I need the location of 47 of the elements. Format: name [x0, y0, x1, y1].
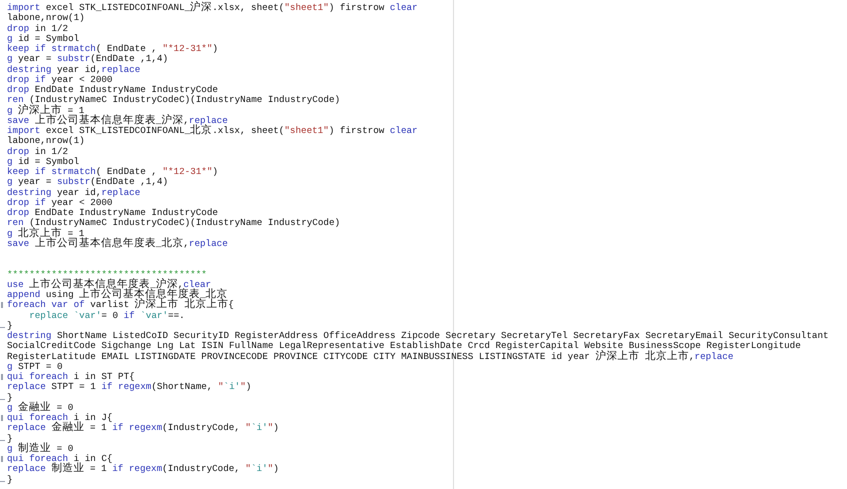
code-line: drop if year < 2000: [7, 74, 112, 85]
code-line: import excel STK_LISTEDCOINFOANL_沪深.xlsx, sheet("sheet1") firstrow clear: [7, 3, 418, 14]
code-line: drop EndDate IndustryName IndustryCode: [7, 85, 218, 95]
code-line: save 上市公司基本信息年度表_北京,replace: [7, 238, 228, 249]
code-line: RegisterLatitude EMAIL LISTINGDATE PROVINCECODE PROVINCE CITYCODE CITY MAINBUSSINESS LISTINGSTATE id year 沪深上市 北京上市,replace: [7, 352, 734, 362]
code-line: destring year id,replace: [7, 64, 140, 75]
code-line: save 上市公司基本信息年度表_沪深,replace: [7, 116, 228, 126]
code-line: g 金融业 = 0: [7, 402, 74, 413]
code-line: replace `var'= 0 if `var'==.: [28, 310, 185, 321]
code-line: drop if year < 2000: [7, 198, 112, 208]
code-line: SocialCreditCode Sigchange Lng Lat ISIN FullName LegalRepresentative EstablishDate Crcd RegisterCapital Website BusinessScope RegisterLongitude: [7, 341, 801, 352]
code-line: ren (IndustryNameC IndustryCodeC)(IndustryName IndustryCode): [7, 95, 340, 106]
fold-marker[interactable]: [0, 398, 5, 400]
fold-marker[interactable]: [1, 302, 2, 308]
code-line: g id = Symbol: [7, 156, 80, 167]
code-line: qui foreach i in ST PT{: [7, 372, 135, 382]
code-line: g year = substr(EndDate ,1,4): [7, 54, 168, 64]
fold-marker[interactable]: [0, 480, 5, 482]
code-line: }: [7, 434, 13, 444]
code-line: foreach var of varlist 沪深上市 北京上市{: [7, 300, 234, 310]
code-line: labone,nrow(1): [7, 13, 85, 24]
code-line: replace 制造业 = 1 if regexm(IndustryCode, "`i'"): [7, 464, 279, 474]
code-line: keep if strmatch( EndDate , "*12-31*"): [7, 44, 218, 54]
code-line: drop in 1/2: [7, 146, 68, 157]
fold-marker[interactable]: [0, 326, 5, 328]
code-line: g STPT = 0: [7, 362, 63, 372]
fold-marker[interactable]: [1, 374, 2, 380]
code-line: drop in 1/2: [7, 24, 68, 34]
code-line: destring ShortName ListedCoID SecurityID RegisterAddress OfficeAddress Zipcode Secretary SecretaryTel SecretaryFax SecretaryEmail SecurityConsultant: [7, 331, 829, 341]
code-line: ************************************: [7, 270, 207, 280]
code-line: }: [7, 474, 13, 485]
fold-marker[interactable]: [1, 415, 2, 421]
code-line: }: [7, 320, 13, 331]
code-line: labone,nrow(1): [7, 136, 85, 146]
code-line: g id = Symbol: [7, 34, 80, 44]
fold-marker[interactable]: [0, 440, 5, 441]
code-line: keep if strmatch( EndDate , "*12-31*"): [7, 167, 218, 177]
code-line: replace 金融业 = 1 if regexm(IndustryCode, "`i'"): [7, 423, 279, 434]
code-line: replace STPT = 1 if regexm(ShortName, "`i'"): [7, 382, 252, 392]
code-line: g year = substr(EndDate ,1,4): [7, 177, 168, 188]
code-line: destring year id,replace: [7, 188, 140, 198]
code-line: import excel STK_LISTEDCOINFOANL_北京.xlsx, sheet("sheet1") firstrow clear: [7, 126, 418, 136]
code-line: g 制造业 = 0: [7, 444, 74, 454]
fold-marker[interactable]: [1, 456, 2, 462]
code-line: drop EndDate IndustryName IndustryCode: [7, 208, 218, 218]
code-line: }: [7, 392, 13, 403]
code-line: ren (IndustryNameC IndustryCodeC)(IndustryName IndustryCode): [7, 218, 340, 228]
